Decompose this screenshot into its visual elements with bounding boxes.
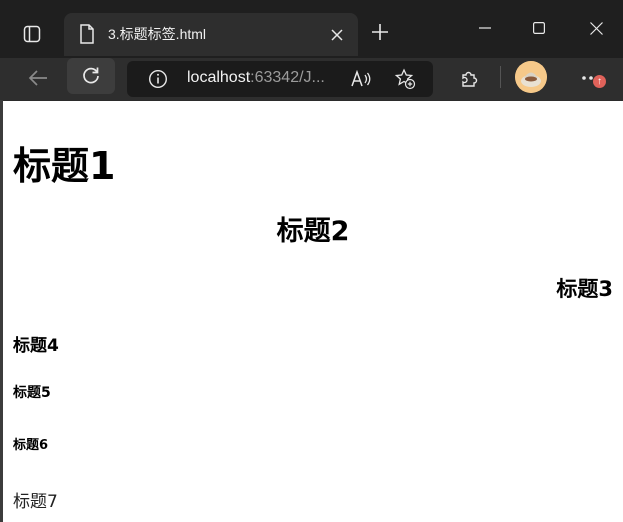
info-icon[interactable] — [147, 68, 169, 90]
read-aloud-icon[interactable] — [349, 68, 373, 90]
heading-6: 标题6 — [13, 438, 49, 453]
close-window-icon[interactable] — [581, 14, 611, 42]
heading-5: 标题5 — [13, 385, 51, 401]
minimize-icon[interactable] — [470, 14, 500, 42]
new-tab-icon[interactable] — [366, 18, 394, 46]
heading-2: 标题2 — [276, 216, 350, 247]
profile-avatar[interactable] — [515, 61, 547, 93]
url-host: localhost — [187, 69, 251, 86]
back-icon[interactable] — [22, 62, 54, 94]
active-tab[interactable]: 3.标题标签.html — [64, 13, 358, 56]
maximize-icon[interactable] — [524, 14, 554, 42]
tab-bar: 3.标题标签.html — [0, 0, 623, 58]
tab-title: 3.标题标签.html — [108, 26, 207, 42]
heading-7-text: 标题7 — [13, 492, 58, 512]
browser-chrome: 3.标题标签.html localhost:63342/J... ↑ — [0, 0, 623, 101]
close-tab-icon[interactable] — [326, 24, 348, 46]
url-path: :63342/J... — [250, 69, 325, 86]
tab-actions-icon[interactable] — [14, 16, 50, 52]
refresh-icon[interactable] — [67, 58, 115, 94]
heading-1: 标题1 — [13, 144, 116, 188]
address-bar[interactable]: localhost:63342/J... — [127, 61, 433, 97]
toolbar-divider — [500, 66, 501, 88]
heading-3: 标题3 — [556, 277, 613, 301]
document-icon — [77, 23, 97, 45]
url-text: localhost:63342/J... — [187, 69, 325, 87]
add-favorite-icon[interactable] — [393, 67, 417, 91]
page-left-edge — [0, 100, 3, 522]
heading-4: 标题4 — [13, 336, 59, 356]
extensions-icon[interactable] — [456, 64, 484, 92]
update-badge-icon: ↑ — [593, 75, 606, 88]
